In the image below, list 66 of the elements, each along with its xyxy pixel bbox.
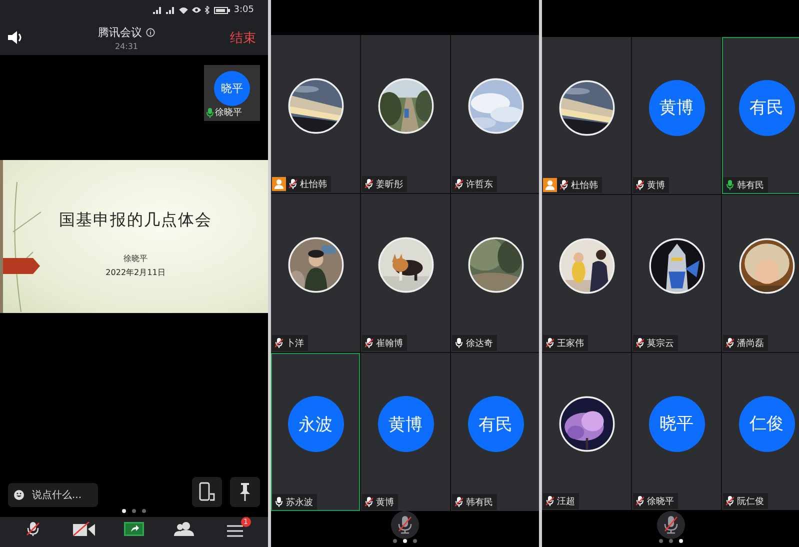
emoji-icon[interactable] bbox=[14, 490, 24, 500]
avatar: 黄博 bbox=[378, 396, 434, 452]
info-icon[interactable] bbox=[146, 28, 155, 36]
participant-name: 徐晓平 bbox=[647, 496, 674, 508]
participant-name: 姜昕彤 bbox=[376, 178, 403, 190]
eye-icon bbox=[192, 7, 201, 13]
page-dot[interactable] bbox=[132, 509, 136, 513]
meeting-title: 腾讯会议 bbox=[98, 24, 142, 40]
participant-name: 莫宗云 bbox=[647, 338, 674, 350]
muted-microphone-icon[interactable] bbox=[26, 522, 40, 536]
mute-button[interactable] bbox=[391, 511, 419, 539]
avatar: 永波 bbox=[288, 396, 344, 452]
participant-name: 徐晓平 bbox=[215, 106, 242, 119]
participant-name: 苏永波 bbox=[286, 496, 313, 508]
participant-name: 韩有民 bbox=[466, 496, 493, 508]
participant-name: 汪超 bbox=[557, 496, 575, 508]
participant-name: 黄博 bbox=[647, 180, 665, 192]
page-dot[interactable] bbox=[142, 509, 146, 513]
bluetooth-icon bbox=[204, 6, 210, 14]
menu-icon[interactable] bbox=[226, 525, 243, 537]
speaker-icon[interactable] bbox=[8, 31, 23, 44]
avatar: 仁俊 bbox=[738, 396, 794, 452]
switch-device-button[interactable] bbox=[192, 477, 222, 507]
signal-icon bbox=[166, 6, 175, 14]
end-button[interactable]: 结束 bbox=[230, 28, 256, 46]
participant-name: 阮仁俊 bbox=[737, 496, 764, 508]
members-icon[interactable] bbox=[174, 522, 194, 536]
participant-name: 卜洋 bbox=[286, 338, 304, 350]
page-dot[interactable] bbox=[679, 539, 683, 543]
microphone-icon bbox=[398, 516, 412, 534]
avatar: 有民 bbox=[468, 396, 524, 452]
share-screen-icon[interactable] bbox=[124, 522, 144, 536]
participant-name: 杜怡韩 bbox=[300, 178, 327, 190]
slide-date: 2022年2月11日 bbox=[106, 267, 166, 278]
page-dot[interactable] bbox=[413, 539, 417, 543]
clock-time: 3:05 bbox=[234, 5, 254, 15]
avatar: 晓平 bbox=[214, 71, 250, 106]
slide-title: 国基申报的几点体会 bbox=[59, 210, 212, 231]
page-dot[interactable] bbox=[659, 539, 663, 543]
participant-name: 杜怡韩 bbox=[571, 180, 598, 192]
page-dot[interactable] bbox=[403, 539, 407, 543]
participant-name: 黄博 bbox=[376, 496, 394, 508]
avatar: 黄博 bbox=[648, 80, 704, 136]
slide-author: 徐晓平 bbox=[124, 253, 148, 264]
microphone-icon bbox=[664, 516, 678, 534]
chat-field[interactable]: 说点什么... bbox=[8, 483, 98, 507]
page-dot[interactable] bbox=[393, 539, 397, 543]
participant-name: 徐达奇 bbox=[466, 338, 493, 350]
wifi-icon bbox=[178, 6, 188, 14]
avatar: 晓平 bbox=[648, 396, 704, 452]
participant-name: 韩有民 bbox=[737, 180, 764, 192]
battery-icon bbox=[214, 6, 230, 14]
video-off-icon[interactable] bbox=[72, 522, 95, 536]
signal-icon bbox=[152, 6, 162, 14]
participant-name: 崔翰博 bbox=[376, 338, 403, 350]
pin-button[interactable] bbox=[230, 477, 260, 507]
pin-icon bbox=[239, 483, 251, 501]
avatar: 有民 bbox=[738, 80, 794, 136]
participant-name: 许哲东 bbox=[466, 178, 493, 190]
phone-icon bbox=[199, 482, 215, 502]
mute-button[interactable] bbox=[657, 511, 685, 539]
page-dot[interactable] bbox=[122, 509, 126, 513]
meeting-duration: 24:31 bbox=[114, 42, 138, 50]
participant-name: 王家伟 bbox=[557, 338, 584, 350]
participant-name: 潘尚磊 bbox=[737, 338, 764, 350]
page-dot[interactable] bbox=[669, 539, 673, 543]
